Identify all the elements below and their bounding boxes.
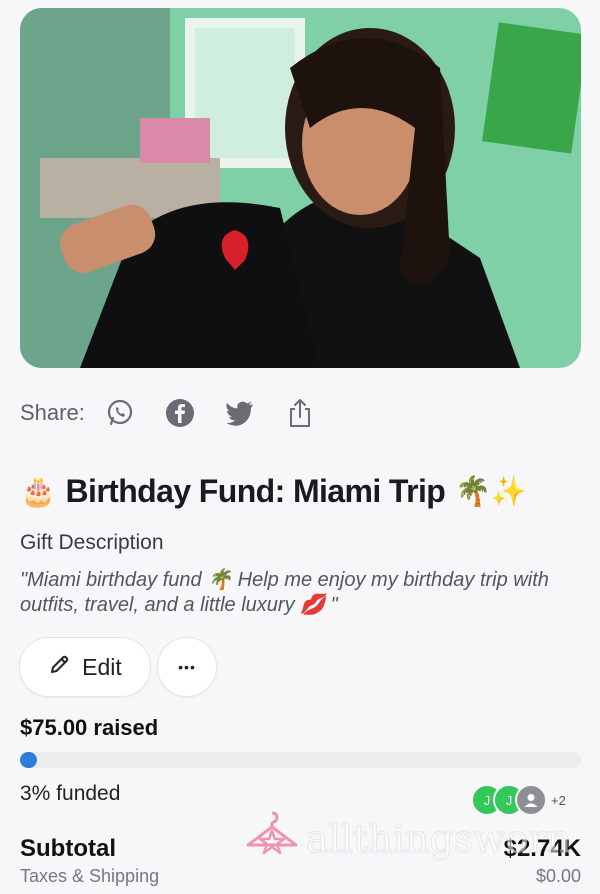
subtotal-label: Subtotal xyxy=(20,835,116,862)
gift-description: "Miami birthday fund 🌴 Help me enjoy my … xyxy=(20,569,549,616)
hanger-icon xyxy=(244,809,300,870)
more-options-label: ••• xyxy=(178,659,196,675)
edit-button-label: Edit xyxy=(82,653,122,680)
raised-amount: $75.00 raised xyxy=(20,715,159,740)
anonymous-user-icon xyxy=(515,784,547,816)
gift-photo[interactable] xyxy=(20,8,581,368)
extra-contributors-count: +2 xyxy=(551,792,566,808)
photo-illustration xyxy=(20,8,581,368)
gift-title-text: Birthday Fund: Miami Trip xyxy=(65,473,446,509)
subtotal-value: $2.74K xyxy=(503,835,581,862)
edit-button[interactable]: Edit xyxy=(19,637,151,697)
more-options-button[interactable]: ••• xyxy=(157,637,217,697)
palm-sparkles-emoji: 🌴✨ xyxy=(455,474,527,508)
taxes-shipping-value: $0.00 xyxy=(535,866,581,886)
gift-description-label: Gift Description xyxy=(20,531,164,554)
taxes-shipping-label: Taxes & Shipping xyxy=(20,866,160,886)
share-upload-icon[interactable] xyxy=(285,398,315,428)
contributor-avatars[interactable]: J J +2 xyxy=(471,784,566,816)
cake-emoji: 🎂 xyxy=(20,474,56,508)
funding-progress-fill xyxy=(20,752,37,768)
funding-progress-bar xyxy=(20,752,581,768)
share-label: Share: xyxy=(20,400,85,425)
share-row: Share: xyxy=(20,394,345,432)
pencil-icon xyxy=(48,654,70,681)
funded-percent: 3% funded xyxy=(20,782,121,805)
whatsapp-icon[interactable] xyxy=(105,398,135,428)
twitter-icon[interactable] xyxy=(225,398,255,428)
gift-title: 🎂 Birthday Fund: Miami Trip 🌴✨ xyxy=(20,473,590,510)
facebook-icon[interactable] xyxy=(165,398,195,428)
